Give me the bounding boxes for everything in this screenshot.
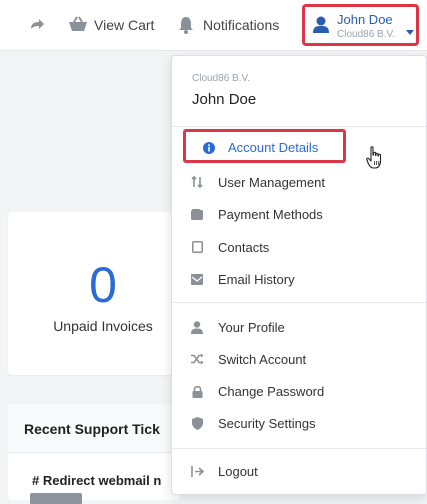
menu-item-label: Payment Methods	[218, 206, 323, 222]
view-cart-link[interactable]: View Cart	[68, 0, 154, 50]
divider	[172, 302, 426, 303]
sort-arrows-icon	[190, 175, 204, 189]
hand-pointer-cursor-icon	[366, 146, 384, 175]
basket-icon	[68, 16, 87, 34]
unpaid-invoices-card[interactable]: 0 Unpaid Invoices	[8, 212, 180, 375]
bell-icon	[177, 16, 195, 34]
menu-item-email-history[interactable]: Email History	[172, 264, 426, 294]
user-icon	[190, 320, 204, 334]
unpaid-invoices-count: 0	[89, 257, 117, 313]
divider	[172, 448, 426, 449]
ticket-status-badge	[30, 493, 82, 504]
user-dropdown-menu: Cloud86 B.V. John Doe User Management Pa…	[171, 55, 427, 495]
divider	[172, 126, 426, 127]
menu-item-change-password[interactable]: Change Password	[172, 376, 426, 406]
menu-item-label: Security Settings	[218, 415, 316, 431]
user-name: John Doe	[337, 12, 393, 27]
tickets-card-header: Recent Support Tick	[8, 404, 180, 453]
menu-item-payment-methods[interactable]: Payment Methods	[172, 199, 426, 229]
menu-item-label: Account Details	[228, 140, 319, 155]
view-cart-label: View Cart	[94, 17, 155, 33]
dropdown-user-name: John Doe	[192, 91, 257, 108]
notifications-label: Notifications	[203, 17, 280, 33]
menu-item-contacts[interactable]: Contacts	[172, 232, 426, 262]
logout-icon	[190, 464, 204, 478]
contact-card-icon	[190, 240, 204, 254]
menu-item-label: Logout	[218, 463, 258, 479]
info-circle-icon	[203, 141, 215, 159]
menu-item-label: Email History	[218, 271, 295, 287]
menu-item-label: Your Profile	[218, 319, 285, 335]
ticket-subject-link[interactable]: # Redirect webmail n	[32, 473, 161, 488]
top-navbar: View Cart Notifications John Doe Cloud86…	[0, 0, 427, 51]
shuffle-icon	[190, 352, 204, 366]
menu-item-label: Contacts	[218, 239, 270, 255]
user-menu-toggle[interactable]: John Doe Cloud86 B.V.	[302, 4, 419, 46]
menu-item-label: Change Password	[218, 383, 325, 399]
forward-button[interactable]	[28, 0, 46, 50]
wallet-icon	[190, 207, 204, 221]
menu-item-switch-account[interactable]: Switch Account	[172, 344, 426, 374]
recent-support-tickets-card: Recent Support Tick # Redirect webmail n	[8, 404, 180, 504]
dropdown-company: Cloud86 B.V.	[192, 73, 251, 84]
unpaid-invoices-label: Unpaid Invoices	[53, 318, 153, 334]
menu-item-logout[interactable]: Logout	[172, 456, 426, 486]
arrow-right-icon	[28, 16, 46, 34]
envelope-icon	[190, 272, 204, 286]
user-icon	[313, 16, 329, 39]
menu-item-account-details[interactable]: Account Details	[183, 129, 346, 163]
menu-item-label: Switch Account	[218, 351, 307, 367]
user-company: Cloud86 B.V.	[337, 29, 396, 40]
lock-icon	[190, 384, 204, 398]
menu-item-your-profile[interactable]: Your Profile	[172, 312, 426, 342]
caret-down-icon	[406, 23, 414, 41]
shield-icon	[190, 416, 204, 430]
menu-item-security-settings[interactable]: Security Settings	[172, 408, 426, 438]
tickets-card-title: Recent Support Tick	[24, 421, 160, 437]
menu-item-user-management[interactable]: User Management	[172, 167, 426, 197]
menu-item-label: User Management	[218, 174, 325, 190]
notifications-link[interactable]: Notifications	[177, 0, 279, 50]
